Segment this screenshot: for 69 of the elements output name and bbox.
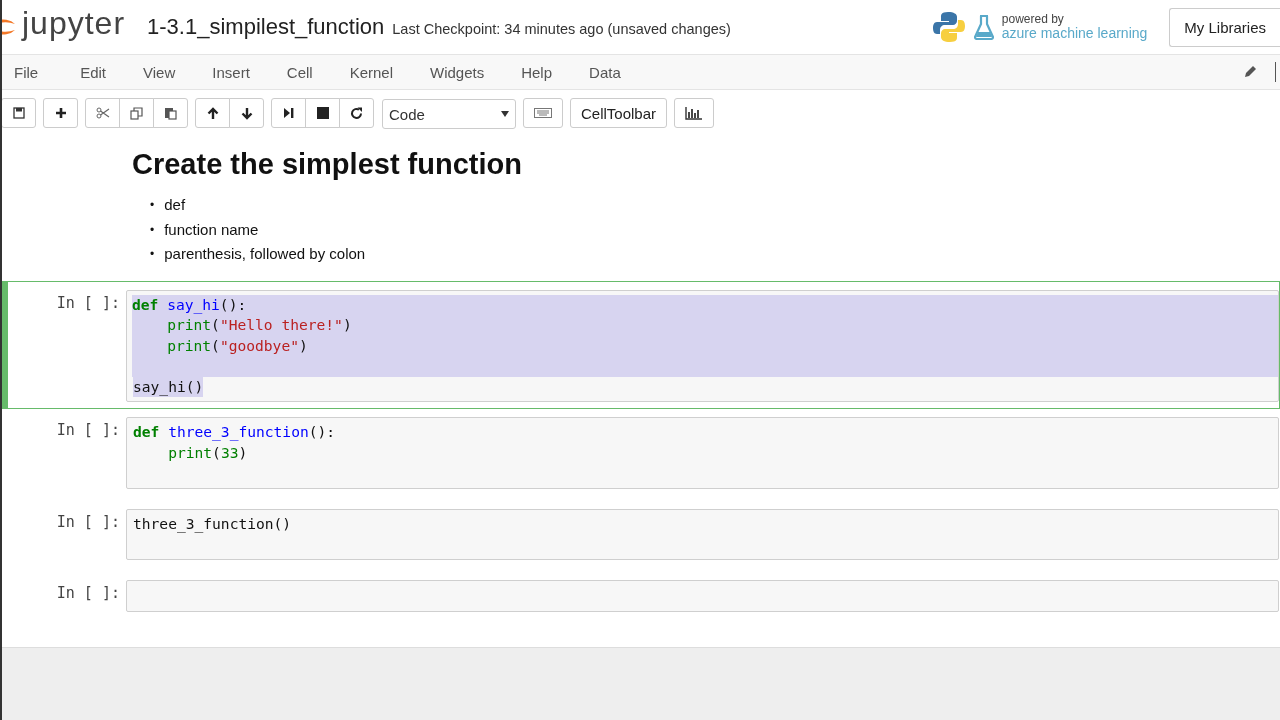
code-input[interactable]: def say_hi(): print("Hello there!") print("goodbye") say_hi() [126, 289, 1279, 403]
code-line: print(33) [167, 443, 248, 464]
scissors-icon [95, 107, 110, 119]
stop-button[interactable] [305, 98, 340, 128]
code-line: def three_3_function(): [133, 422, 336, 443]
keyboard-icon [534, 108, 552, 118]
markdown-heading: Create the simplest function [132, 148, 523, 181]
checkpoint-status: Last Checkpoint: 34 minutes ago (unsaved changes) [392, 21, 731, 37]
menu-item[interactable]: File [12, 63, 55, 81]
powered-by-label: powered by [1001, 13, 1065, 26]
code-input[interactable]: three_3_function() [126, 509, 1279, 561]
bullet-item: parenthesis, followed by colon [164, 244, 366, 264]
bullet-item: function name [164, 219, 259, 240]
cell-prompt: In [ ]: [55, 583, 120, 603]
code-line: three_3_function() [133, 514, 292, 535]
cell-prompt: In [ ]: [55, 420, 120, 440]
cell-prompt: In [ ]: [55, 292, 120, 312]
copy-icon [130, 106, 143, 120]
code-cell[interactable]: In [ ]: def three_3_function(): print(33) [2, 411, 1280, 496]
jupyter-logo[interactable]: jupyter [22, 4, 126, 42]
bullet-marker: • [150, 221, 155, 239]
step-forward-icon [283, 107, 294, 119]
run-button[interactable] [271, 98, 306, 128]
menu-item[interactable]: Data [587, 63, 637, 81]
restart-icon [350, 106, 363, 120]
code-input[interactable]: def three_3_function(): print(33) [126, 417, 1279, 490]
bar-chart-icon [685, 106, 704, 120]
add-cell-button[interactable] [43, 98, 78, 128]
my-libraries-button[interactable]: My Libraries [1169, 7, 1280, 47]
paste-button[interactable] [153, 98, 188, 128]
keyboard-button[interactable] [523, 98, 563, 128]
menu-item[interactable]: Cell [284, 63, 329, 81]
cell-prompt: In [ ]: [55, 512, 120, 532]
pencil-icon[interactable] [1243, 65, 1257, 79]
code-line: print("goodbye") [166, 335, 308, 356]
flask-icon [973, 14, 994, 40]
cell-type-dropdown[interactable]: Code [382, 99, 516, 129]
code-input[interactable] [126, 580, 1279, 613]
move-down-button[interactable] [229, 98, 264, 128]
paste-icon [164, 106, 177, 120]
arrow-up-icon [206, 106, 219, 120]
azure-ml-label: azure machine learning [1001, 25, 1148, 41]
menu-item[interactable]: Widgets [428, 63, 501, 81]
stop-icon [316, 107, 329, 119]
bullet-item: def [164, 195, 186, 215]
code-cell[interactable]: In [ ]: def say_hi(): print("Hello there!") print("goodbye") say_hi() [2, 280, 1280, 410]
code-cell[interactable]: In [ ]: [2, 574, 1280, 619]
arrow-down-icon [240, 106, 253, 120]
code-line: print("Hello there!") [166, 315, 352, 336]
menu-item[interactable]: Kernel [347, 63, 409, 81]
code-cell[interactable]: In [ ]: three_3_function() [2, 503, 1280, 567]
save-icon [12, 107, 25, 119]
code-line: def say_hi(): [132, 294, 247, 316]
celltoolbar-button[interactable]: CellToolbar [570, 98, 668, 128]
python-logo-icon [931, 10, 966, 44]
cut-button[interactable] [85, 98, 120, 128]
menu-item[interactable]: Insert [210, 63, 266, 81]
notebook-name[interactable]: 1-3.1_simpilest_function [147, 14, 385, 40]
save-button[interactable] [2, 98, 36, 128]
restart-button[interactable] [339, 98, 374, 128]
chart-button[interactable] [674, 98, 715, 128]
menu-item[interactable]: Edit [78, 63, 123, 81]
plus-icon [54, 107, 67, 119]
menu-item[interactable]: Help [519, 63, 569, 81]
caret-icon [501, 110, 509, 118]
move-up-button[interactable] [195, 98, 230, 128]
menu-item[interactable]: View [141, 63, 192, 81]
bullet-marker: • [150, 246, 155, 263]
bullet-marker: • [150, 197, 155, 214]
